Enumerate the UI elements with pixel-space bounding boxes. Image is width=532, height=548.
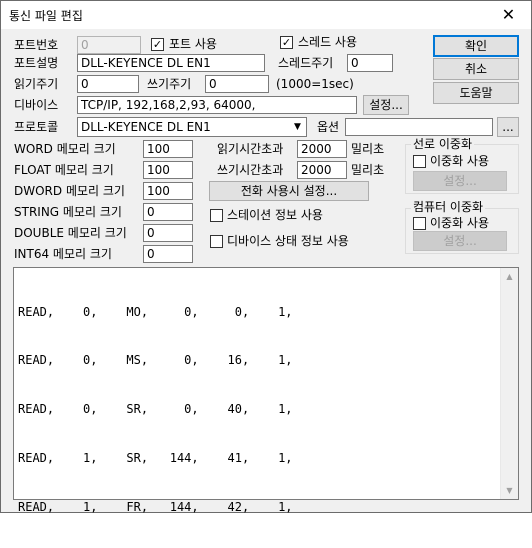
float-size-field[interactable]: 100 (143, 161, 193, 179)
dword-size-label: DWORD 메모리 크기 (14, 184, 125, 198)
read-cycle-label: 읽기주기 (14, 77, 59, 91)
protocol-label: 프로토콜 (14, 120, 59, 134)
read-timeout-field[interactable]: 2000 (297, 140, 347, 158)
port-number-label: 포트번호 (14, 38, 59, 52)
word-size-label: WORD 메모리 크기 (14, 142, 116, 156)
device-status-checkbox[interactable] (210, 235, 223, 248)
write-cycle-label: 쓰기주기 (147, 77, 192, 91)
string-size-label: STRING 메모리 크기 (14, 205, 122, 219)
use-port-checkbox[interactable]: ✓ (151, 38, 164, 51)
line-redundancy-settings-button[interactable]: 설정... (413, 171, 507, 191)
vertical-scrollbar[interactable]: ▲ ▼ (500, 268, 518, 499)
title-bar: 통신 파일 편집 ✕ (1, 1, 531, 29)
cycle-note: (1000=1sec) (276, 77, 354, 91)
help-button[interactable]: 도움말 (433, 82, 519, 104)
station-info-label: 스테이션 정보 사용 (227, 208, 323, 222)
scroll-up-icon[interactable]: ▲ (501, 268, 518, 285)
station-info-checkbox[interactable] (210, 209, 223, 222)
use-thread-checkbox[interactable]: ✓ (280, 36, 293, 49)
command-line: READ, 0, SR, 0, 40, 1, (18, 402, 293, 417)
command-line: READ, 1, SR, 144, 41, 1, (18, 451, 293, 466)
window-title: 통신 파일 편집 (9, 9, 83, 23)
double-size-label: DOUBLE 메모리 크기 (14, 226, 127, 240)
use-port-label: 포트 사용 (169, 37, 217, 51)
line-redundancy-checkbox[interactable] (413, 155, 426, 168)
options-label: 옵션 (317, 120, 340, 134)
cancel-button[interactable]: 취소 (433, 58, 519, 80)
device-field[interactable]: TCP/IP, 192,168,2,93, 64000, (77, 96, 357, 114)
string-size-field[interactable]: 0 (143, 203, 193, 221)
options-browse-button[interactable]: ... (497, 117, 519, 137)
dialog-window: 통신 파일 편집 ✕ 포트번호 0 ✓ 포트 사용 ✓ 스레드 사용 포트설명 … (0, 0, 532, 514)
write-timeout-field[interactable]: 2000 (297, 161, 347, 179)
close-icon[interactable]: ✕ (486, 1, 531, 29)
computer-redundancy-checkbox[interactable] (413, 217, 426, 230)
phone-settings-button[interactable]: 전화 사용시 설정... (209, 181, 369, 201)
command-line: READ, 0, MS, 0, 16, 1, (18, 353, 293, 368)
line-redundancy-use-label: 이중화 사용 (430, 154, 490, 168)
thread-cycle-label: 스레드주기 (278, 56, 334, 70)
options-field[interactable] (345, 118, 493, 136)
scroll-down-icon[interactable]: ▼ (501, 482, 518, 499)
write-timeout-label: 쓰기시간초과 (217, 163, 284, 177)
double-size-field[interactable]: 0 (143, 224, 193, 242)
float-size-label: FLOAT 메모리 크기 (14, 163, 114, 177)
use-thread-label: 스레드 사용 (298, 35, 358, 49)
read-timeout-unit: 밀리초 (351, 142, 385, 156)
dword-size-field[interactable]: 100 (143, 182, 193, 200)
device-status-label: 디바이스 상태 정보 사용 (227, 234, 349, 248)
port-desc-label: 포트설명 (14, 56, 59, 70)
commands-textarea[interactable]: READ, 0, MO, 0, 0, 1, READ, 0, MS, 0, 16… (13, 267, 519, 514)
commands-list: READ, 0, MO, 0, 0, 1, READ, 0, MS, 0, 16… (18, 271, 293, 548)
command-line: READ, 0, MO, 0, 0, 1, (18, 304, 293, 319)
int64-size-field[interactable]: 0 (143, 245, 193, 263)
chevron-down-icon[interactable]: ▼ (289, 118, 306, 136)
device-label: 디바이스 (14, 98, 59, 112)
read-cycle-field[interactable]: 0 (77, 75, 139, 93)
ok-button[interactable]: 확인 (433, 35, 519, 57)
protocol-value: DLL-KEYENCE DL EN1 (81, 120, 211, 134)
line-redundancy-title: 선로 이중화 (411, 137, 475, 151)
computer-redundancy-title: 컴퓨터 이중화 (411, 200, 486, 214)
computer-redundancy-settings-button[interactable]: 설정... (413, 231, 507, 251)
protocol-select[interactable]: DLL-KEYENCE DL EN1 ▼ (77, 117, 307, 137)
device-settings-button[interactable]: 설정... (363, 95, 409, 115)
int64-size-label: INT64 메모리 크기 (14, 247, 112, 261)
word-size-field[interactable]: 100 (143, 140, 193, 158)
write-timeout-unit: 밀리초 (351, 163, 385, 177)
port-number-field: 0 (77, 36, 141, 54)
write-cycle-field[interactable]: 0 (205, 75, 269, 93)
computer-redundancy-use-label: 이중화 사용 (430, 216, 490, 230)
command-line: READ, 1, FR, 144, 42, 1, (18, 500, 293, 515)
port-desc-field[interactable]: DLL-KEYENCE DL EN1 (77, 54, 265, 72)
thread-cycle-field[interactable]: 0 (347, 54, 393, 72)
read-timeout-label: 읽기시간초과 (217, 142, 284, 156)
